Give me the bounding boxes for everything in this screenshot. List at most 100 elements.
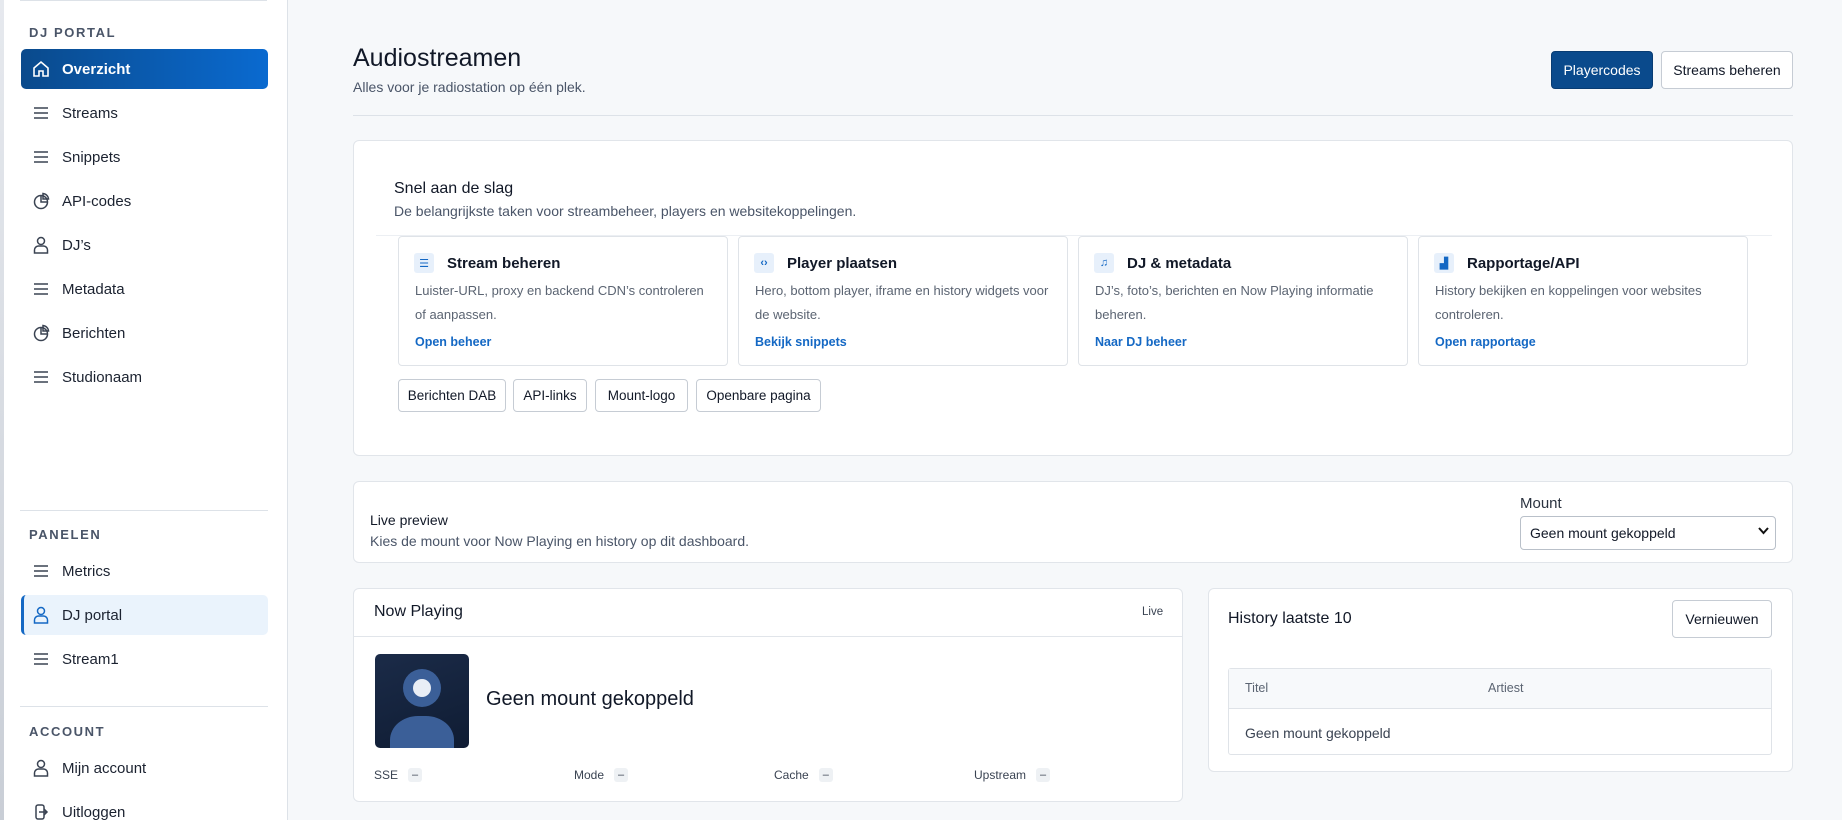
stat-value: – (1036, 768, 1051, 782)
sidebar-item-label: Studionaam (62, 368, 143, 386)
list-icon (31, 147, 51, 167)
open-beheer-link[interactable]: Open beheer (415, 335, 491, 349)
page-title: Audiostreamen (353, 44, 522, 72)
sidebar-item-label: Snippets (62, 148, 121, 166)
sidebar-item-label: API-codes (62, 192, 132, 210)
tile-title: DJ & metadata (1127, 255, 1232, 272)
sidebar-item-snippets[interactable]: Snippets (21, 137, 268, 177)
tile-description: History bekijken en koppelingen voor web… (1435, 283, 1702, 322)
sidebar-item-label: DJ portal (62, 606, 123, 624)
stat-value: – (614, 768, 629, 782)
sidebar-item-overzicht[interactable]: Overzicht (21, 49, 268, 89)
user-icon (31, 235, 51, 255)
home-icon (31, 59, 51, 79)
bekijk-snippets-link[interactable]: Bekijk snippets (755, 335, 847, 349)
list-icon (31, 103, 51, 123)
tile-description: Luister-URL, proxy en backend CDN’s cont… (415, 283, 704, 322)
sidebar-section-panelen: PANELEN (29, 527, 102, 542)
chevron-down-icon (1758, 526, 1769, 538)
sidebar-item-stream1[interactable]: Stream1 (21, 639, 268, 679)
stat-label: SSE (374, 768, 399, 782)
sidebar-item-label: Metadata (62, 280, 125, 298)
history-table: Titel Artiest Geen mount gekoppeld (1228, 668, 1772, 755)
sidebar-item-label: Streams (62, 104, 118, 122)
live-badge: Live (1142, 606, 1164, 618)
code-icon: ‹› (754, 253, 774, 273)
streams-beheren-button[interactable]: Streams beheren (1661, 51, 1793, 89)
sidebar-item-uitloggen[interactable]: Uitloggen (21, 792, 268, 820)
tile-rapportage-api[interactable]: ▟ Rapportage/API History bekijken en kop… (1418, 236, 1748, 366)
logout-icon (31, 802, 51, 820)
now-playing-title: Now Playing (374, 603, 463, 620)
stat-label: Cache (774, 768, 809, 782)
list-icon (31, 649, 51, 669)
live-preview-title: Live preview (370, 512, 448, 528)
artist-placeholder-icon (375, 654, 469, 748)
stat-value: – (408, 768, 423, 782)
pie-chart-icon (31, 191, 51, 211)
sidebar-item-metrics[interactable]: Metrics (21, 551, 268, 591)
sidebar-item-metadata[interactable]: Metadata (21, 269, 268, 309)
quickstart-title: Snel aan de slag (394, 180, 514, 197)
sidebar-section-account: ACCOUNT (29, 724, 106, 739)
sidebar-top-divider (20, 0, 267, 1)
stat-mode: Mode – (574, 768, 629, 782)
quickstart-subtitle: De belangrijkste taken voor streambeheer… (394, 203, 857, 219)
column-header-titel: Titel (1245, 681, 1269, 695)
sidebar-item-label: Stream1 (62, 650, 119, 668)
live-preview-subtitle: Kies de mount voor Now Playing en histor… (370, 533, 749, 549)
sidebar-item-label: Overzicht (62, 60, 131, 78)
pie-chart-icon (31, 323, 51, 343)
tile-stream-beheren[interactable]: ☰ Stream beheren Luister-URL, proxy en b… (398, 236, 728, 366)
sidebar-item-label: Metrics (62, 562, 111, 580)
tile-dj-metadata[interactable]: ♫ DJ & metadata DJ’s, foto’s, berichten … (1078, 236, 1408, 366)
history-title: History laatste 10 (1228, 610, 1352, 627)
mount-label: Mount (1520, 495, 1562, 512)
sidebar-item-berichten[interactable]: Berichten (21, 313, 268, 353)
sidebar-item-studionaam[interactable]: Studionaam (21, 357, 268, 397)
berichten-dab-button[interactable]: Berichten DAB (398, 379, 506, 412)
stat-cache: Cache – (774, 768, 833, 782)
stat-label: Upstream (974, 768, 1027, 782)
mount-select-value: Geen mount gekoppeld (1530, 525, 1676, 541)
tile-title: Stream beheren (447, 255, 561, 272)
tile-title: Player plaatsen (787, 255, 898, 272)
playercodes-button[interactable]: Playercodes (1551, 51, 1653, 89)
headphones-icon: ♫ (1094, 253, 1114, 273)
chart-icon: ▟ (1434, 253, 1454, 273)
sidebar-item-mijn-account[interactable]: Mijn account (21, 748, 268, 788)
header-divider (353, 115, 1793, 116)
sidebar-item-dj-portal[interactable]: DJ portal (21, 595, 268, 635)
sidebar-section-dj-portal: DJ PORTAL (29, 25, 117, 40)
tile-description: DJ’s, foto’s, berichten en Now Playing i… (1095, 283, 1374, 322)
tile-description: Hero, bottom player, iframe en history w… (755, 283, 1049, 322)
column-header-artiest: Artiest (1488, 681, 1524, 695)
sidebar-item-label: Mijn account (62, 759, 147, 777)
sidebar-divider (20, 706, 268, 707)
api-links-button[interactable]: API-links (513, 379, 587, 412)
sidebar-item-streams[interactable]: Streams (21, 93, 268, 133)
vernieuwen-button[interactable]: Vernieuwen (1672, 600, 1772, 638)
naar-dj-beheer-link[interactable]: Naar DJ beheer (1095, 335, 1187, 349)
sidebar-item-api-codes[interactable]: API-codes (21, 181, 268, 221)
now-playing-divider (354, 636, 1182, 637)
user-icon (31, 758, 51, 778)
sidebar-divider (20, 510, 268, 511)
sidebar-item-djs[interactable]: DJ’s (21, 225, 268, 265)
sidebar-item-label: Uitloggen (62, 803, 126, 820)
stat-upstream: Upstream – (974, 768, 1051, 782)
openbare-pagina-button[interactable]: Openbare pagina (696, 379, 821, 412)
stat-label: Mode (574, 768, 605, 782)
mount-select[interactable]: Geen mount gekoppeld (1520, 516, 1776, 550)
user-icon (31, 605, 51, 625)
tile-player-plaatsen[interactable]: ‹› Player plaatsen Hero, bottom player, … (738, 236, 1068, 366)
mount-logo-button[interactable]: Mount-logo (595, 379, 688, 412)
open-rapportage-link[interactable]: Open rapportage (1435, 335, 1536, 349)
page-subtitle: Alles voor je radiostation op één plek. (353, 79, 586, 95)
tile-title: Rapportage/API (1467, 255, 1580, 272)
table-header: Titel Artiest (1229, 669, 1771, 709)
sliders-icon: ☰ (414, 253, 434, 273)
sidebar: DJ PORTAL Overzicht Streams Snippets API… (0, 0, 288, 820)
table-row: Geen mount gekoppeld (1245, 725, 1391, 741)
list-icon (31, 367, 51, 387)
